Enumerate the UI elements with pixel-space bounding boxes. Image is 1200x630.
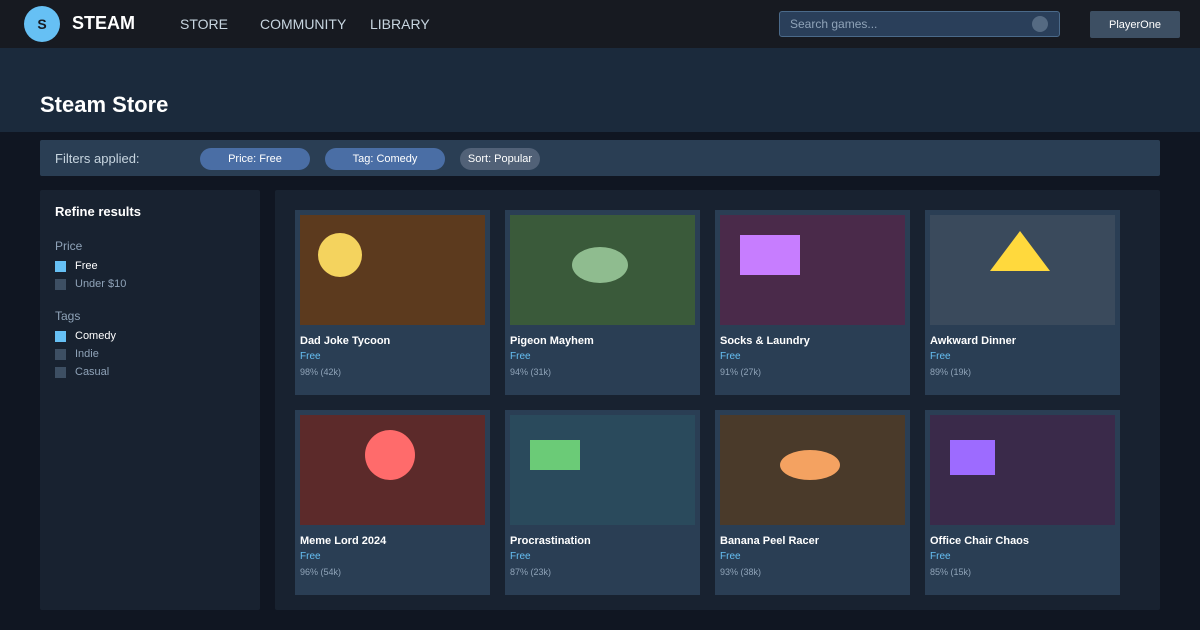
search-box — [779, 11, 1060, 37]
search-input[interactable] — [780, 12, 1030, 36]
nav-community-link[interactable]: COMMUNITY — [260, 16, 346, 32]
nav-store-link[interactable]: STORE — [180, 16, 228, 32]
game-rating: 98% (42k) — [300, 367, 342, 377]
game-price: Free — [930, 351, 951, 362]
checkbox[interactable] — [55, 366, 66, 378]
filter-chip-price[interactable]: Price: Free — [200, 148, 310, 170]
nav-library-link[interactable]: LIBRARY — [370, 16, 430, 32]
steam-logo-icon[interactable]: S — [24, 6, 60, 42]
game-rating: 85% (15k) — [930, 567, 972, 577]
refine-sidebar: Refine results Price Free Under $10 Tags… — [40, 190, 260, 610]
app-name[interactable]: STEAM — [72, 13, 135, 34]
rectangle-icon — [530, 440, 580, 470]
ellipse-icon — [780, 450, 840, 480]
game-price: Free — [930, 551, 951, 562]
square-icon — [950, 440, 995, 475]
game-thumbnail[interactable] — [300, 415, 485, 525]
game-card[interactable]: Pigeon Mayhem Free 94% (31k) — [505, 210, 700, 395]
ellipse-icon — [572, 247, 628, 283]
filter-option-indie[interactable]: Indie — [55, 347, 99, 361]
game-title[interactable]: Meme Lord 2024 — [300, 535, 386, 547]
game-price: Free — [300, 551, 321, 562]
game-title[interactable]: Office Chair Chaos — [930, 535, 1029, 547]
game-thumbnail[interactable] — [510, 415, 695, 525]
circle-icon — [365, 430, 415, 480]
search-icon[interactable] — [1032, 16, 1048, 32]
game-price: Free — [720, 351, 741, 362]
game-rating: 93% (38k) — [720, 567, 762, 577]
game-card[interactable]: Banana Peel Racer Free 93% (38k) — [715, 410, 910, 595]
game-thumbnail[interactable] — [930, 215, 1115, 325]
game-thumbnail[interactable] — [720, 415, 905, 525]
game-thumbnail[interactable] — [510, 215, 695, 325]
sidebar-title: Refine results — [55, 204, 141, 219]
game-card[interactable]: Dad Joke Tycoon Free 98% (42k) — [295, 210, 490, 395]
game-rating: 89% (19k) — [930, 367, 972, 377]
sidebar-section-tags: Tags — [55, 309, 81, 323]
filter-option-casual[interactable]: Casual — [55, 365, 109, 379]
filter-option-label: Comedy — [75, 330, 116, 342]
game-card[interactable]: Awkward Dinner Free 89% (19k) — [925, 210, 1120, 395]
rectangle-icon — [740, 235, 800, 275]
checkbox[interactable] — [55, 330, 66, 342]
game-price: Free — [300, 351, 321, 362]
filter-option-under-10[interactable]: Under $10 — [55, 277, 126, 291]
game-rating: 96% (54k) — [300, 567, 342, 577]
checkbox[interactable] — [55, 348, 66, 360]
filter-option-label: Indie — [75, 348, 99, 360]
game-price: Free — [510, 551, 531, 562]
top-nav-bar: S STEAM STORE COMMUNITY LIBRARY PlayerOn… — [0, 0, 1200, 48]
game-title[interactable]: Banana Peel Racer — [720, 535, 819, 547]
page-header-band — [0, 48, 1200, 132]
game-title[interactable]: Socks & Laundry — [720, 335, 810, 347]
filter-option-label: Casual — [75, 366, 110, 378]
game-title[interactable]: Procrastination — [510, 535, 591, 547]
game-card[interactable]: Meme Lord 2024 Free 96% (54k) — [295, 410, 490, 595]
game-card[interactable]: Socks & Laundry Free 91% (27k) — [715, 210, 910, 395]
game-rating: 91% (27k) — [720, 367, 762, 377]
triangle-icon — [990, 231, 1050, 271]
filter-option-comedy[interactable]: Comedy — [55, 329, 116, 343]
sidebar-section-price: Price — [55, 239, 83, 253]
game-card[interactable]: Procrastination Free 87% (23k) — [505, 410, 700, 595]
checkbox[interactable] — [55, 260, 66, 272]
game-title[interactable]: Dad Joke Tycoon — [300, 335, 390, 347]
filter-option-free[interactable]: Free — [55, 259, 98, 273]
game-thumbnail[interactable] — [300, 215, 485, 325]
filter-option-label: Free — [75, 260, 98, 272]
game-title[interactable]: Awkward Dinner — [930, 335, 1016, 347]
circle-icon — [318, 233, 362, 277]
game-title[interactable]: Pigeon Mayhem — [510, 335, 594, 347]
checkbox[interactable] — [55, 278, 66, 290]
filters-label: Filters applied: — [55, 151, 140, 166]
filter-chip-sort[interactable]: Sort: Popular — [460, 148, 540, 170]
filters-bar: Filters applied: Price: Free Tag: Comedy… — [40, 140, 1160, 176]
user-account-button[interactable]: PlayerOne — [1090, 11, 1180, 38]
game-grid-panel: Dad Joke Tycoon Free 98% (42k) Pigeon Ma… — [275, 190, 1160, 610]
filter-option-label: Under $10 — [75, 278, 127, 290]
page-title: Steam Store — [40, 92, 169, 117]
game-price: Free — [720, 551, 741, 562]
game-rating: 87% (23k) — [510, 567, 552, 577]
filter-chip-tag[interactable]: Tag: Comedy — [325, 148, 445, 170]
game-thumbnail[interactable] — [720, 215, 905, 325]
game-card[interactable]: Office Chair Chaos Free 85% (15k) — [925, 410, 1120, 595]
game-thumbnail[interactable] — [930, 415, 1115, 525]
game-price: Free — [510, 351, 531, 362]
game-rating: 94% (31k) — [510, 367, 552, 377]
